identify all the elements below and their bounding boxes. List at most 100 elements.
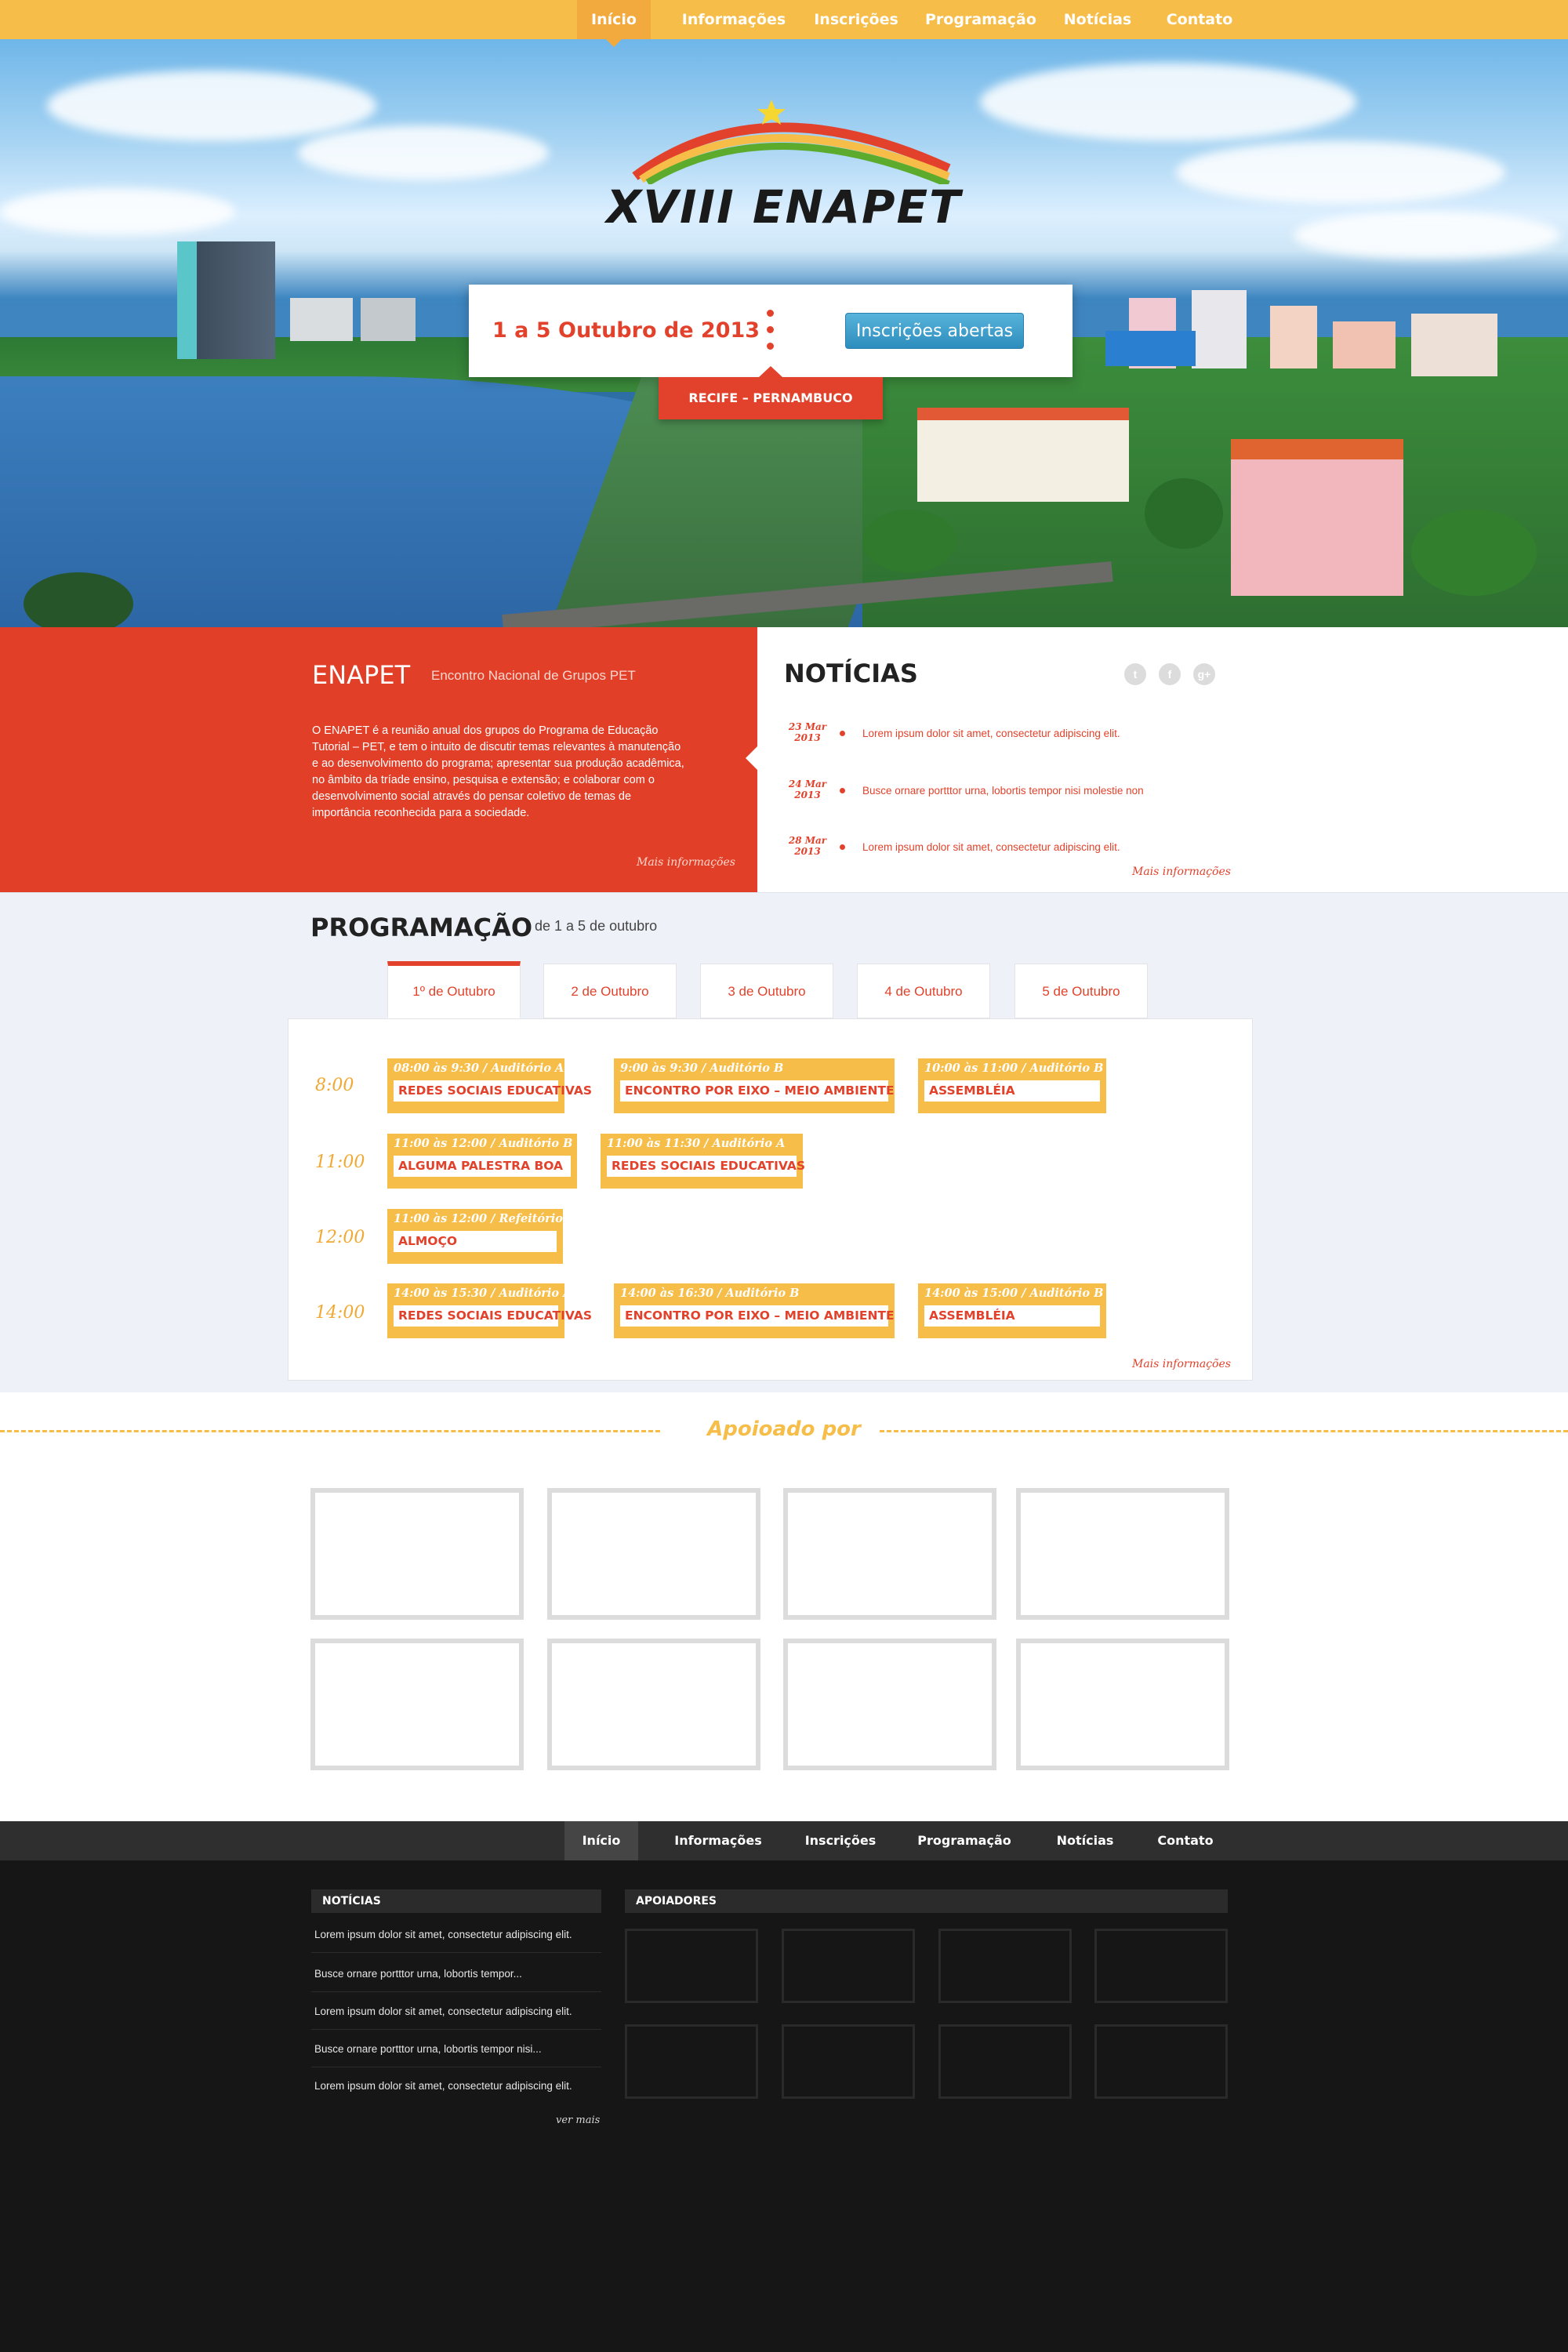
about-title: ENAPET (312, 660, 411, 690)
footer-nav-inscricoes[interactable]: Inscrições (797, 1821, 884, 1860)
tower-building (177, 241, 275, 359)
news-title: NOTÍCIAS (784, 659, 918, 688)
event-name: ALMOÇO (394, 1231, 557, 1252)
supporter-logo-slot[interactable] (783, 1639, 996, 1770)
supporter-logo-slot[interactable] (547, 1639, 760, 1770)
bullet-icon (840, 731, 845, 736)
program-subtitle: de 1 a 5 de outubro (535, 918, 658, 934)
schedule-event[interactable]: 08:00 às 9:30 / Auditório A REDES SOCIAI… (387, 1058, 592, 1113)
footer-supporter-slot[interactable] (1094, 2024, 1228, 2099)
twitter-icon[interactable]: t (1124, 663, 1146, 685)
event-meta: 14:00 às 15:30 / Auditório A (394, 1287, 572, 1300)
bullet-icon (840, 788, 845, 793)
news-item[interactable]: 23 Mar 2013 Lorem ipsum dolor sit amet, c… (784, 721, 1333, 753)
building (290, 298, 353, 341)
footer-supporter-slot[interactable] (625, 1929, 758, 2003)
footer-navigation: Início Informações Inscrições Programaçã… (0, 1821, 1568, 1860)
footer-news-item[interactable]: Lorem ipsum dolor sit amet, consectetur … (311, 1916, 601, 1953)
schedule-event[interactable]: 14:00 às 16:30 / Auditório B ENCONTRO PO… (614, 1283, 895, 1338)
nav-informacoes[interactable]: Informações (681, 0, 787, 39)
building (1333, 321, 1396, 368)
footer-more-link[interactable]: ver mais (556, 2114, 600, 2126)
nav-programacao[interactable]: Programação (925, 0, 1036, 39)
tab-day-2[interactable]: 2 de Outubro (543, 964, 677, 1018)
supporter-logo-slot[interactable] (310, 1488, 524, 1620)
building (1105, 331, 1196, 366)
tab-day-1[interactable]: 1º de Outubro (387, 961, 521, 1018)
schedule-event[interactable]: 11:00 às 12:00 / Auditório B ALGUMA PALE… (387, 1134, 577, 1189)
nav-noticias[interactable]: Notícias (1060, 0, 1135, 39)
schedule-event[interactable]: 10:00 às 11:00 / Auditório B ASSEMBLÉIA (918, 1058, 1106, 1113)
event-name: REDES SOCIAIS EDUCATIVAS (607, 1156, 805, 1177)
supporter-logo-slot[interactable] (1016, 1639, 1229, 1770)
supporters-section: Apoioado por (0, 1392, 1568, 1821)
footer-nav-inicio[interactable]: Início (564, 1821, 638, 1860)
tab-day-4[interactable]: 4 de Outubro (857, 964, 990, 1018)
vertical-dots-icon (767, 310, 775, 354)
time-label: 12:00 (315, 1228, 365, 1247)
footer-nav-informacoes[interactable]: Informações (665, 1821, 771, 1860)
supporter-logo-slot[interactable] (783, 1488, 996, 1620)
supporter-logo-slot[interactable] (547, 1488, 760, 1620)
schedule-event[interactable]: 14:00 às 15:30 / Auditório A REDES SOCIA… (387, 1283, 592, 1338)
footer-supporter-slot[interactable] (938, 2024, 1072, 2099)
schedule-event[interactable]: 9:00 às 9:30 / Auditório B ENCONTRO POR … (614, 1058, 895, 1113)
supporter-logo-slot[interactable] (310, 1639, 524, 1770)
schedule-panel: 8:00 11:00 12:00 14:00 08:00 às 9:30 / A… (288, 1018, 1253, 1381)
event-meta: 08:00 às 9:30 / Auditório A (394, 1062, 564, 1075)
schedule-event[interactable]: 14:00 às 15:00 / Auditório B ASSEMBLÉIA (918, 1283, 1106, 1338)
about-text: O ENAPET é a reunião anual dos grupos do… (312, 724, 684, 819)
cloud (1294, 212, 1560, 259)
news-item[interactable]: 24 Mar 2013 Busce ornare portttor urna, l… (784, 779, 1333, 810)
cloud (0, 188, 235, 235)
event-name: ENCONTRO POR EIXO – MEIO AMBIENTE (620, 1080, 895, 1102)
footer-supporter-slot[interactable] (1094, 1929, 1228, 2003)
footer-nav-programacao[interactable]: Programação (909, 1821, 1019, 1860)
event-name: REDES SOCIAIS EDUCATIVAS (394, 1305, 592, 1327)
footer-supporter-slot[interactable] (782, 2024, 915, 2099)
building (1270, 306, 1317, 368)
building (1192, 290, 1247, 368)
pink-theater (1231, 439, 1403, 596)
news-more-link[interactable]: Mais informações (1132, 866, 1231, 878)
schedule-event[interactable]: 11:00 às 11:30 / Auditório A REDES SOCIA… (601, 1134, 805, 1189)
news-date-year: 2013 (794, 846, 821, 857)
footer-supporter-slot[interactable] (625, 2024, 758, 2099)
supporter-logo-slot[interactable] (1016, 1488, 1229, 1620)
about-subtitle: Encontro Nacional de Grupos PET (431, 668, 636, 683)
bullet-icon (840, 844, 845, 850)
news-item[interactable]: 28 Mar 2013 Lorem ipsum dolor sit amet, c… (784, 835, 1333, 866)
footer-supporters-heading: APOIADORES (625, 1889, 1228, 1913)
tab-day-3[interactable]: 3 de Outubro (700, 964, 833, 1018)
facebook-icon[interactable]: f (1159, 663, 1181, 685)
program-more-link[interactable]: Mais informações (1132, 1358, 1231, 1370)
event-name: REDES SOCIAIS EDUCATIVAS (394, 1080, 592, 1102)
top-navigation: Início Informações Inscrições Programaçã… (0, 0, 1568, 47)
schedule-event[interactable]: 11:00 às 12:00 / Refeitório ALMOÇO (387, 1209, 563, 1264)
registration-open-button[interactable]: Inscrições abertas (845, 313, 1024, 349)
time-label: 11:00 (315, 1152, 365, 1172)
event-meta: 10:00 às 11:00 / Auditório B (924, 1062, 1104, 1075)
about-more-link[interactable]: Mais informações (637, 856, 735, 869)
program-title: PROGRAMAÇÃO (310, 913, 533, 942)
event-meta: 11:00 às 11:30 / Auditório A (607, 1137, 786, 1150)
googleplus-icon[interactable]: g+ (1193, 663, 1215, 685)
white-palace (917, 408, 1129, 502)
nav-inscricoes[interactable]: Inscrições (812, 0, 900, 39)
news-item-text: Busce ornare portttor urna, lobortis tem… (862, 785, 1144, 797)
footer-news-item[interactable]: Lorem ipsum dolor sit amet, consectetur … (311, 1993, 601, 2030)
footer-supporter-slot[interactable] (782, 1929, 915, 2003)
event-name: ALGUMA PALESTRA BOA (394, 1156, 571, 1177)
footer-supporter-slot[interactable] (938, 1929, 1072, 2003)
nav-contato[interactable]: Contato (1160, 0, 1239, 39)
footer-nav-contato[interactable]: Contato (1146, 1821, 1225, 1860)
footer-news-item[interactable]: Busce ornare portttor urna, lobortis tem… (311, 1955, 601, 1992)
tree (862, 510, 956, 572)
event-location: RECIFE – PERNAMBUCO (659, 366, 883, 419)
news-date-year: 2013 (794, 732, 821, 743)
footer-news-item[interactable]: Busce ornare portttor urna, lobortis tem… (311, 2031, 601, 2067)
tab-day-5[interactable]: 5 de Outubro (1014, 964, 1148, 1018)
footer-nav-noticias[interactable]: Notícias (1046, 1821, 1124, 1860)
nav-inicio[interactable]: Início (577, 0, 651, 47)
footer-news-item[interactable]: Lorem ipsum dolor sit amet, consectetur … (311, 2067, 601, 2104)
